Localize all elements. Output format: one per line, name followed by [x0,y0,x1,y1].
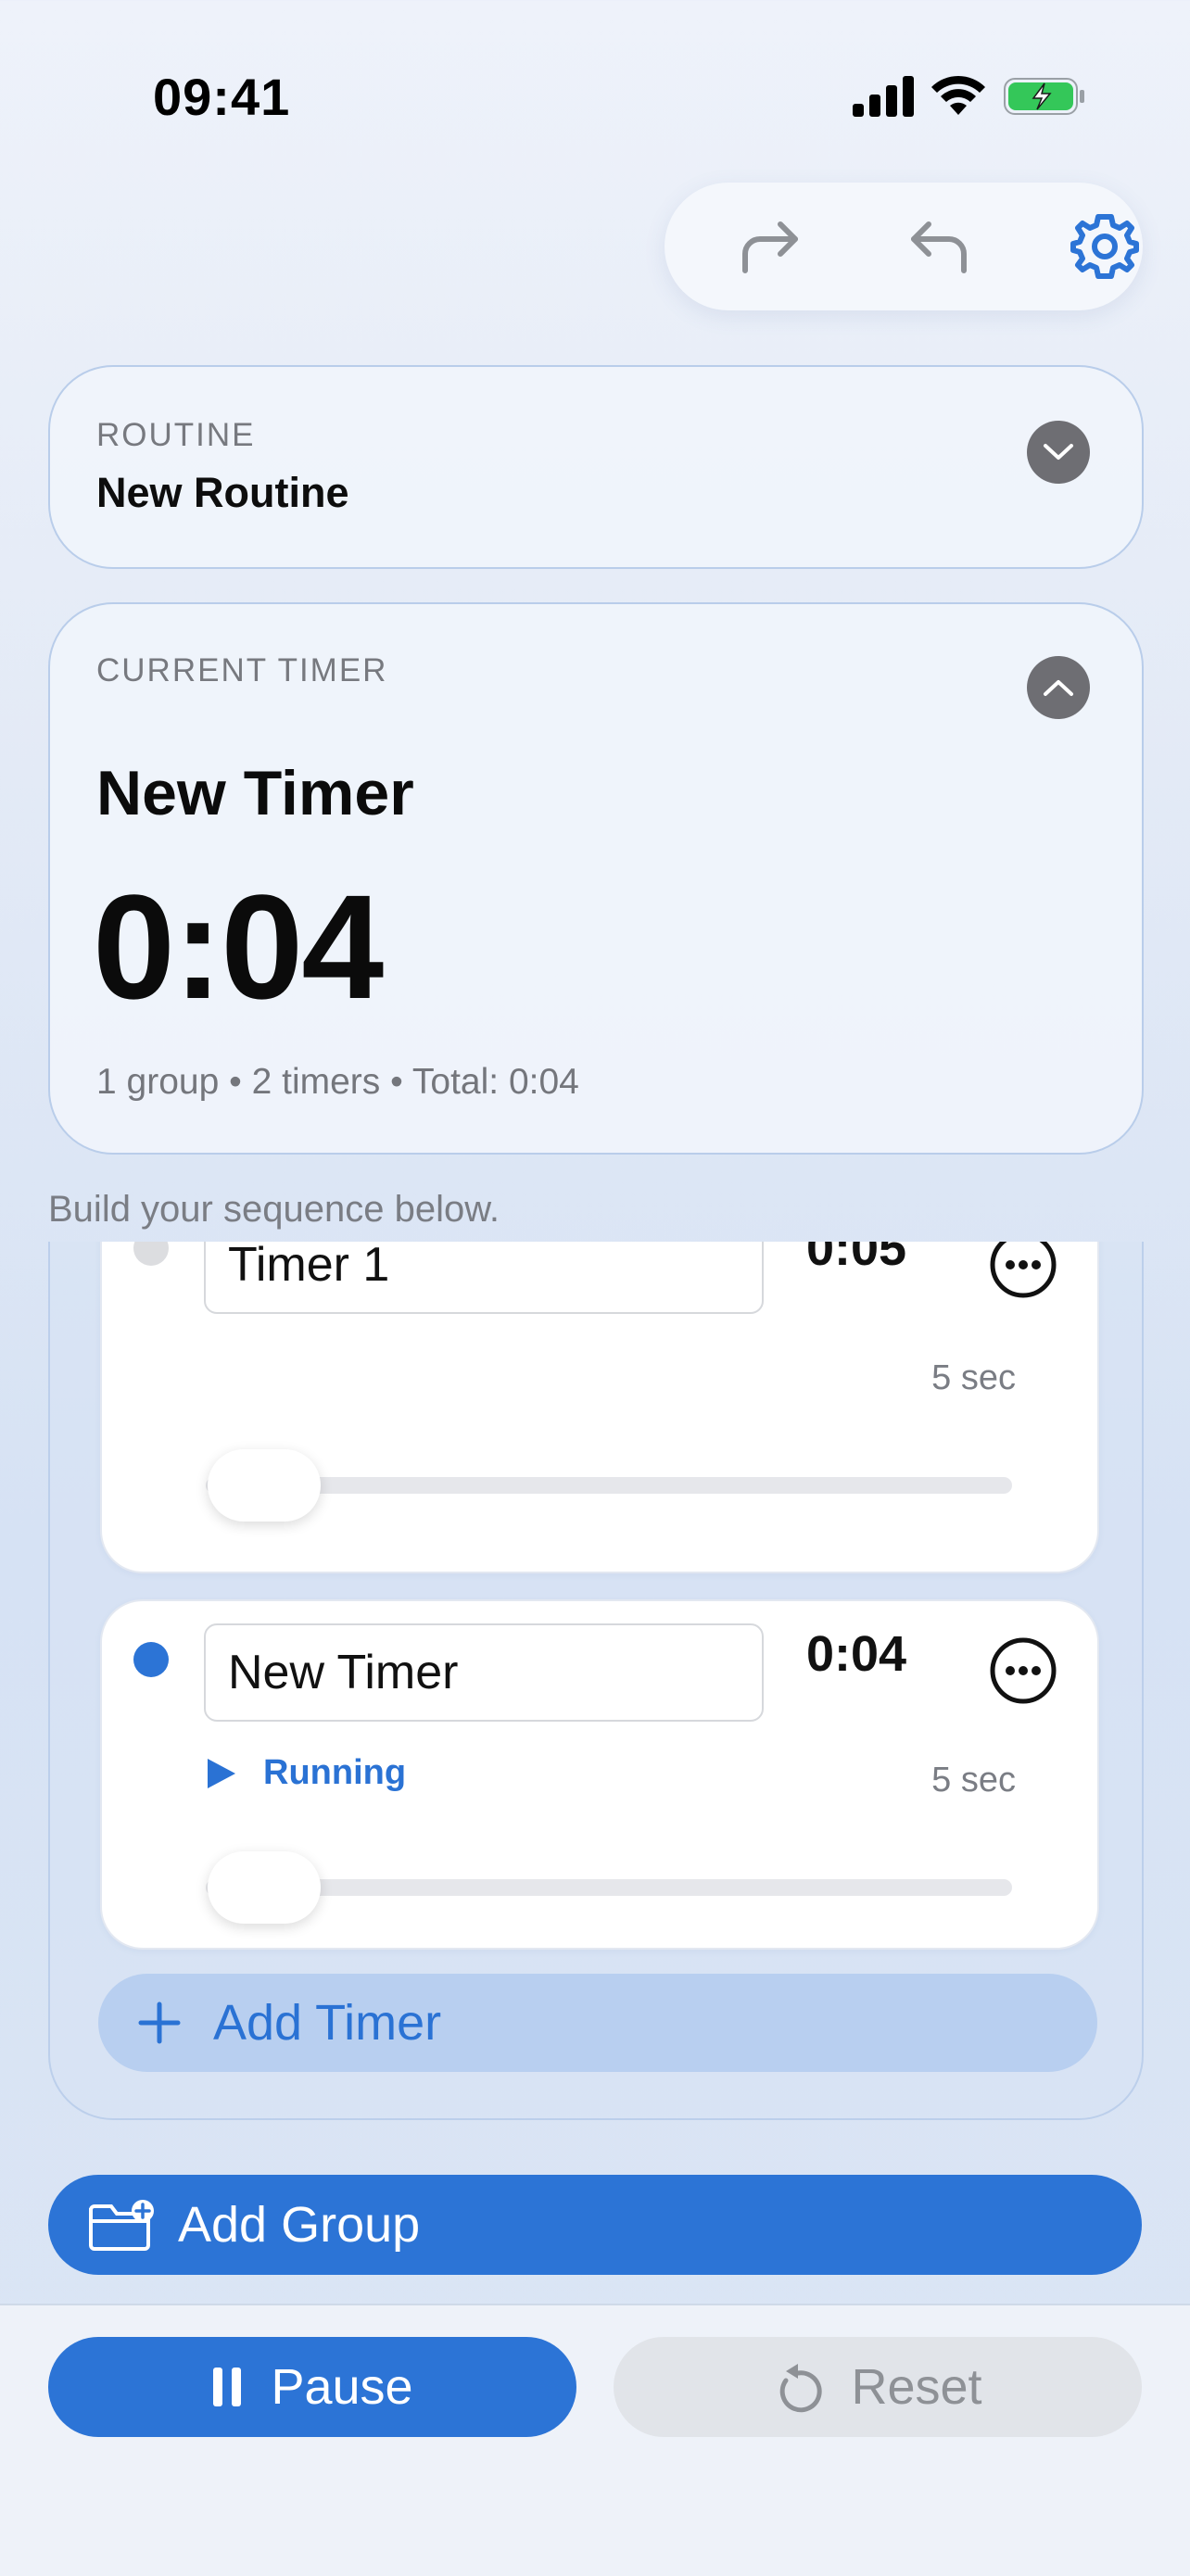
wifi-icon [931,75,985,115]
add-group-label: Add Group [178,2197,421,2253]
more-options-icon[interactable] [989,1636,1057,1705]
timer-seconds: 5 sec [931,1358,1016,1397]
add-timer-label: Add Timer [213,1995,442,2051]
play-icon [208,1758,235,1788]
collapse-current-timer-button[interactable] [1027,656,1090,719]
chevron-up-icon [1044,680,1073,696]
routine-card[interactable]: ROUTINE New Routine [48,365,1144,569]
add-timer-button[interactable]: Add Timer [98,1974,1097,2072]
more-options-icon[interactable] [989,1242,1057,1299]
current-timer-name: New Timer [96,758,414,828]
cellular-signal-icon [853,76,914,117]
timer-progress-knob[interactable] [208,1851,321,1924]
timer-duration: 0:05 [806,1242,907,1276]
pause-button[interactable]: Pause [48,2337,576,2437]
routine-name: New Routine [96,469,349,516]
current-timer-label: CURRENT TIMER [96,652,388,688]
redo-arrow-icon [742,221,798,273]
top-toolbar [665,183,1143,310]
undo-button[interactable] [901,209,975,284]
timer-row: Timer 1 0:05 5 sec [100,1242,1099,1573]
timer-seconds: 5 sec [931,1761,1016,1799]
plus-icon [138,2001,181,2044]
chevron-down-icon [1044,444,1073,460]
builder-hint: Build your sequence below. [48,1189,500,1230]
battery-charging-icon [1004,78,1084,115]
timer-progress-track [206,1879,1012,1896]
current-timer-remaining: 0:04 [93,864,384,1029]
timer-status-dot [133,1642,169,1677]
running-indicator: Running [206,1753,406,1793]
expand-routine-button[interactable] [1027,421,1090,484]
reset-label: Reset [851,2359,982,2415]
timer-progress-track [206,1477,1012,1494]
routine-summary: 1 group • 2 timers • Total: 0:04 [96,1062,579,1102]
folder-add-icon [89,2200,154,2251]
status-time: 09:41 [153,68,291,126]
timer-name-field[interactable]: Timer 1 [204,1242,764,1314]
timer-group: Timer 1 0:05 5 sec New Timer 0:04 Runnin… [48,1242,1144,2120]
add-group-button[interactable]: Add Group [48,2175,1142,2275]
current-timer-card: CURRENT TIMER New Timer 0:04 1 group • 2… [48,602,1144,1155]
running-label: Running [263,1753,407,1792]
settings-button[interactable] [1068,209,1142,284]
undo-arrow-icon [911,221,967,273]
timer-progress-knob[interactable] [208,1449,321,1522]
timer-name-field[interactable]: New Timer [204,1623,764,1722]
pause-label: Pause [271,2359,413,2415]
timer-row: New Timer 0:04 Running 5 sec [100,1599,1099,1950]
routine-label: ROUTINE [96,417,256,453]
timer-status-dot [133,1242,169,1266]
pause-icon [213,2368,242,2406]
reset-icon [780,2364,823,2413]
reset-button[interactable]: Reset [614,2337,1142,2437]
gear-icon [1070,214,1139,279]
redo-button[interactable] [734,209,808,284]
timer-duration: 0:04 [806,1626,907,1682]
